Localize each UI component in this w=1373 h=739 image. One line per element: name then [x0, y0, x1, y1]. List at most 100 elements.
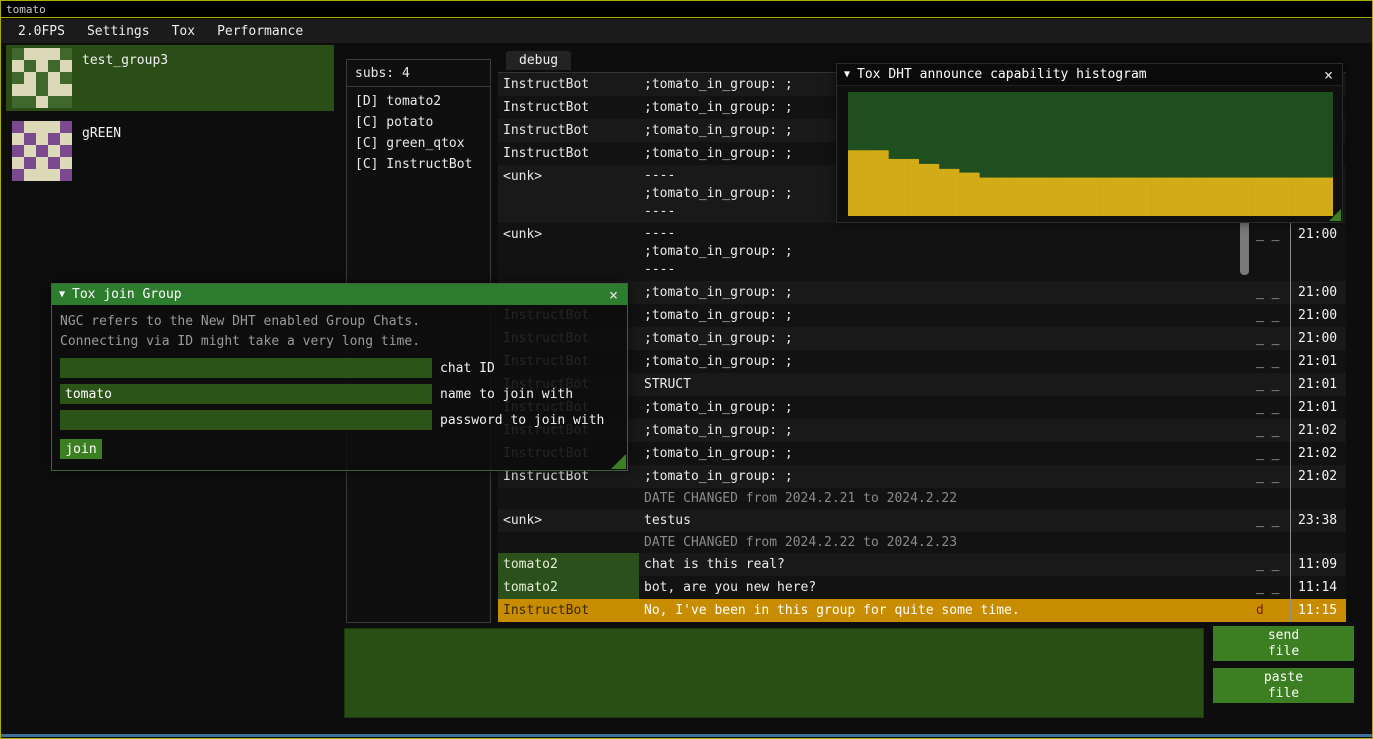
menu-item-tox[interactable]: Tox	[161, 21, 206, 42]
chat-sender-name: InstructBot	[498, 73, 639, 96]
group-label: test_group3	[82, 48, 168, 108]
chat-message-text: ;tomato_in_group: ;	[639, 465, 1254, 488]
chat-message-time: 21:01	[1291, 350, 1346, 373]
chat-message-text: bot, are you new here?	[639, 576, 1254, 599]
chat-message-time: 21:00	[1291, 281, 1346, 304]
chat-message-row[interactable]: <unk>---- ;tomato_in_group: ; ----_ _21:…	[498, 223, 1346, 281]
chat-message-time: 21:02	[1291, 465, 1346, 488]
collapse-arrow-icon[interactable]: ▼	[59, 289, 65, 300]
chat-sender-name: tomato2	[498, 553, 639, 576]
close-icon[interactable]: ×	[1322, 66, 1335, 84]
histogram-window-titlebar: ▼ Tox DHT announce capability histogram …	[837, 64, 1342, 86]
chat-message-flags: _ _	[1254, 223, 1291, 281]
chat-message-flags: _ _	[1254, 396, 1291, 419]
paste-file-button[interactable]: paste file	[1213, 668, 1354, 703]
chat-message-text: ;tomato_in_group: ;	[639, 442, 1254, 465]
chat-message-row[interactable]: tomato2chat is this real?_ _11:09	[498, 553, 1346, 576]
join-field-row: chat ID	[60, 358, 619, 378]
chat-message-row[interactable]: InstructBotNo, I've been in this group f…	[498, 599, 1346, 622]
menu-item-performance[interactable]: Performance	[206, 21, 314, 42]
tab-debug[interactable]: debug	[506, 51, 571, 70]
chat-message-flags: d	[1254, 599, 1291, 622]
chat-message-text: STRUCT	[639, 373, 1254, 396]
chat-message-time: 11:09	[1291, 553, 1346, 576]
subs-list: [D] tomato2[C] potato[C] green_qtox[C] I…	[347, 87, 490, 175]
join-window-title: Tox join Group	[72, 287, 600, 302]
chat-sender-name: <unk>	[498, 165, 639, 223]
chat-message-time: 11:14	[1291, 576, 1346, 599]
chat-message-time: 21:00	[1291, 304, 1346, 327]
chat-message-text: ;tomato_in_group: ;	[639, 419, 1254, 442]
chat-sender-name: tomato2	[498, 576, 639, 599]
compose-input[interactable]	[344, 628, 1204, 718]
chat-date-row: DATE CHANGED from 2024.2.22 to 2024.2.23	[498, 532, 1346, 553]
group-list: test_group3 gREEN	[6, 45, 334, 191]
chat-message-flags: _ _	[1254, 465, 1291, 488]
chat-sender-name: InstructBot	[498, 599, 639, 622]
chat-sender-name: <unk>	[498, 509, 639, 532]
chat-message-row[interactable]: tomato2bot, are you new here?_ _11:14	[498, 576, 1346, 599]
chat-message-text: ;tomato_in_group: ;	[639, 327, 1254, 350]
chat-message-time: 21:02	[1291, 442, 1346, 465]
send-file-button[interactable]: send file	[1213, 626, 1354, 661]
group-row-test-group3[interactable]: test_group3	[6, 45, 334, 111]
window-titlebar: tomato	[1, 1, 1372, 18]
chat-message-flags: _ _	[1254, 281, 1291, 304]
chat-message-flags: _ _	[1254, 327, 1291, 350]
chat-message-time: 21:01	[1291, 373, 1346, 396]
group-avatar-icon	[12, 48, 72, 108]
chat-message-row[interactable]: <unk>testus_ _23:38	[498, 509, 1346, 532]
histogram-bars	[848, 92, 1333, 216]
chat-sender-name: InstructBot	[498, 119, 639, 142]
chat-message-text: ;tomato_in_group: ;	[639, 396, 1254, 419]
join-info-line: Connecting via ID might take a very long…	[60, 332, 619, 352]
menu-item-settings[interactable]: Settings	[76, 21, 161, 42]
join-window-body: NGC refers to the New DHT enabled Group …	[52, 305, 627, 466]
histogram-window: ▼ Tox DHT announce capability histogram …	[836, 63, 1343, 223]
join-field-row: password to join with	[60, 410, 619, 430]
subs-list-item[interactable]: [C] potato	[347, 112, 490, 133]
group-row-green[interactable]: gREEN	[6, 118, 334, 184]
chat-sender-name: InstructBot	[498, 142, 639, 165]
chat-message-text: ;tomato_in_group: ;	[639, 281, 1254, 304]
chat-message-text: chat is this real?	[639, 553, 1254, 576]
chat-message-time: 11:15	[1291, 599, 1346, 622]
chat-message-time: 21:00	[1291, 223, 1346, 281]
chat-sender-name: <unk>	[498, 223, 639, 281]
window-title: tomato	[6, 3, 46, 16]
chat-message-flags: _ _	[1254, 576, 1291, 599]
join-field-label: name to join with	[440, 387, 573, 402]
chat-message-time: 21:01	[1291, 396, 1346, 419]
join-button[interactable]: join	[60, 439, 102, 459]
name-to-join-with-input[interactable]: tomato	[60, 384, 432, 404]
join-field-row: tomato name to join with	[60, 384, 619, 404]
chat-message-flags: _ _	[1254, 553, 1291, 576]
histogram-plot	[848, 92, 1333, 216]
chat-message-text: testus	[639, 509, 1254, 532]
subs-list-item[interactable]: [D] tomato2	[347, 91, 490, 112]
join-window-titlebar: ▼ Tox join Group ×	[52, 284, 627, 305]
chat-message-time: 21:02	[1291, 419, 1346, 442]
chat-message-text: ---- ;tomato_in_group: ; ----	[639, 223, 1254, 281]
join-info-line: NGC refers to the New DHT enabled Group …	[60, 312, 619, 332]
chat-message-text: ;tomato_in_group: ;	[639, 350, 1254, 373]
close-icon[interactable]: ×	[607, 286, 620, 304]
chat-message-flags: _ _	[1254, 442, 1291, 465]
chat-id-input[interactable]	[60, 358, 432, 378]
chat-message-text: No, I've been in this group for quite so…	[639, 599, 1254, 622]
chat-message-flags: _ _	[1254, 304, 1291, 327]
chat-message-time: 23:38	[1291, 509, 1346, 532]
chat-message-flags: _ _	[1254, 350, 1291, 373]
password-to-join-with-input[interactable]	[60, 410, 432, 430]
group-label: gREEN	[82, 121, 121, 181]
subs-header: subs: 4	[347, 60, 490, 86]
join-fields: chat ID tomato name to join with password t…	[60, 358, 619, 430]
chat-message-time: 21:00	[1291, 327, 1346, 350]
histogram-window-title: Tox DHT announce capability histogram	[857, 67, 1315, 82]
group-avatar-icon	[12, 121, 72, 181]
subs-list-item[interactable]: [C] InstructBot	[347, 154, 490, 175]
collapse-arrow-icon[interactable]: ▼	[844, 69, 850, 80]
chat-message-flags: _ _	[1254, 509, 1291, 532]
subs-list-item[interactable]: [C] green_qtox	[347, 133, 490, 154]
chat-sender-name: InstructBot	[498, 96, 639, 119]
